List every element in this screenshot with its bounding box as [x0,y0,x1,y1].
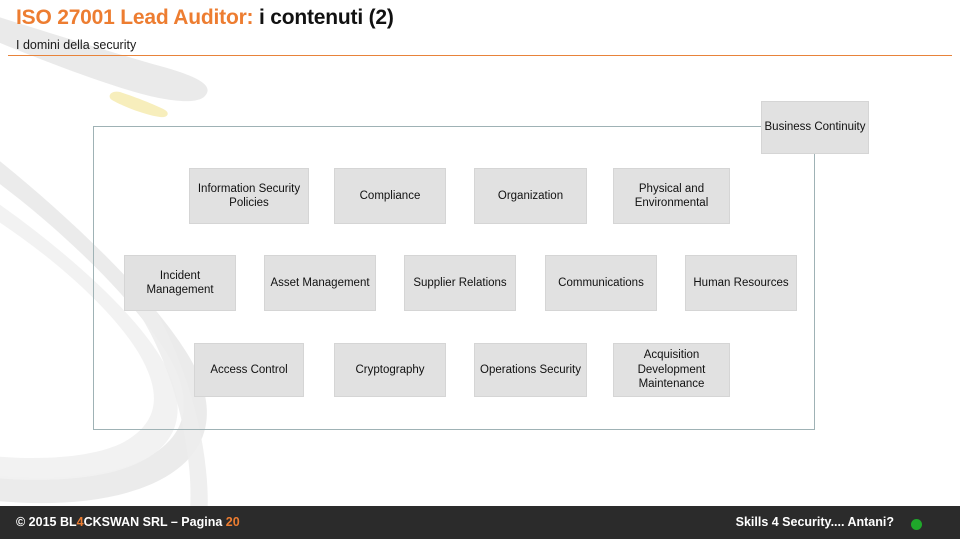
domain-node-label: Human Resources [693,276,789,289]
domain-node: Organization [474,168,587,224]
domain-node: Cryptography [334,343,446,397]
domain-node: Acquisition Development Maintenance [613,343,730,397]
slide: ISO 27001 Lead Auditor: i contenuti (2) … [0,0,960,539]
footer-copyright-pre: © 2015 BL [16,515,77,529]
page-title-accent: ISO 27001 Lead Auditor: [16,6,254,29]
domain-node: Access Control [194,343,304,397]
domain-node: Physical and Environmental [613,168,730,224]
domain-node-label: Access Control [210,363,288,376]
domain-node: Compliance [334,168,446,224]
domain-node-label: Operations Security [480,363,581,376]
domain-node: Incident Management [124,255,236,311]
domain-node-label: Asset Management [270,276,370,289]
footer-copyright-mid: CKSWAN SRL – Pagina [83,515,226,529]
domain-node-label: Information Security Policies [197,182,301,210]
page-title: ISO 27001 Lead Auditor: i contenuti (2) [16,6,394,30]
footer-page-number: 20 [225,515,240,529]
slide-header: ISO 27001 Lead Auditor: i contenuti (2) … [0,0,960,58]
domain-node: Asset Management [264,255,376,311]
domain-node-label: Acquisition Development Maintenance [637,349,706,391]
domain-node-label: Supplier Relations [413,276,507,289]
slide-footer: © 2015 BL4CKSWAN SRL – Pagina 20 Skills … [0,506,960,539]
domain-node: Communications [545,255,657,311]
page-subtitle: I domini della security [16,38,137,52]
domain-node: Business Continuity [761,101,869,154]
domain-node: Information Security Policies [189,168,309,224]
domain-node-label: Organization [497,189,564,202]
domain-node-label: Incident Management [146,269,214,297]
footer-copyright-highlight: 4 [76,515,84,529]
footer-tagline: Skills 4 Security.... Antani? [735,515,894,529]
domain-node: Human Resources [685,255,797,311]
domain-node-label: Communications [558,276,644,289]
security-domains-diagram: Business Continuity Information Security … [0,0,960,539]
domain-node-label: Compliance [359,189,421,202]
header-divider [8,55,952,56]
domain-node-label: Business Continuity [764,121,866,134]
domain-node-label: Cryptography [355,363,425,376]
footer-copyright: © 2015 BL4CKSWAN SRL – Pagina 20 [16,515,240,529]
page-title-rest: i contenuti (2) [259,6,394,29]
domain-node: Operations Security [474,343,587,397]
status-dot-icon [911,519,922,530]
domain-node-label: Physical and Environmental [634,182,709,210]
domain-node: Supplier Relations [404,255,516,311]
